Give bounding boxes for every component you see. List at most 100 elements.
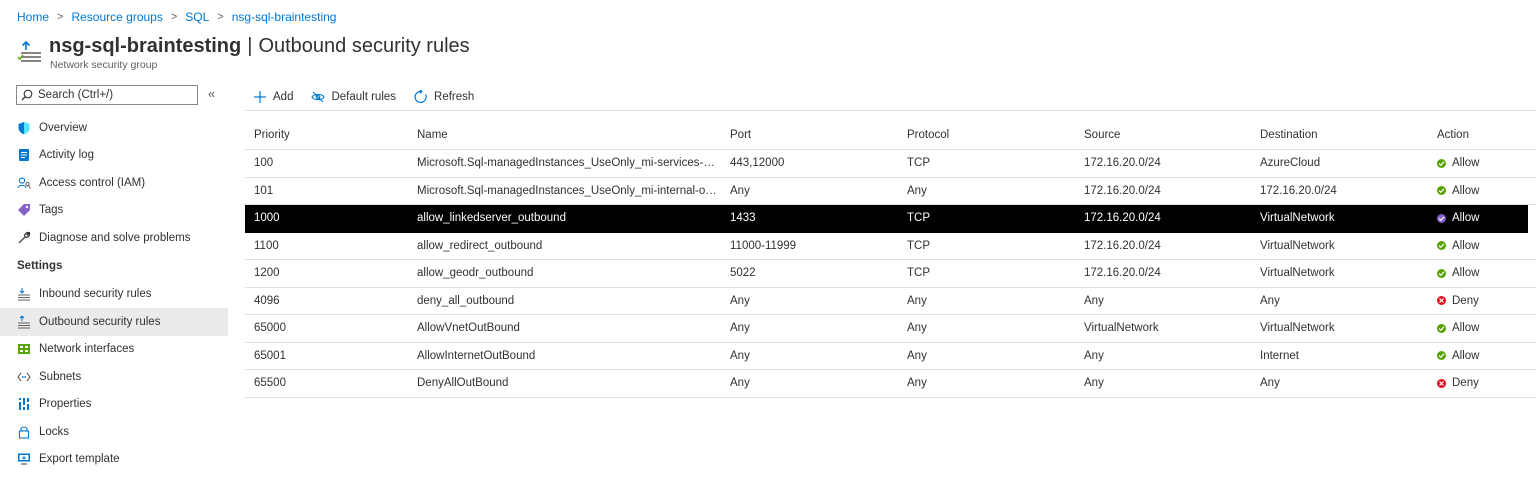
column-header-name[interactable]: Name: [408, 129, 721, 141]
table-row[interactable]: 1200 allow_geodr_outbound 5022 TCP 172.16.20…: [245, 260, 1536, 288]
cell-protocol: TCP: [907, 267, 930, 280]
rule-name-text: Microsoft.Sql-managedInstances_UseOnly_m…: [417, 157, 717, 170]
table-row[interactable]: 65500 DenyAllOutBound Any Any Any Any Deny: [245, 370, 1536, 398]
cell-priority: 1000: [254, 212, 280, 225]
cell-action: Allow: [1428, 267, 1528, 279]
rule-name-text: AllowInternetOutBound: [417, 349, 536, 362]
collapse-sidebar-button[interactable]: «: [208, 86, 215, 101]
cell-name: Microsoft.Sql-managedInstances_UseOnly_m…: [408, 157, 721, 169]
cell-port: 443,12000: [730, 157, 785, 170]
sidebar-item-export-template[interactable]: Export template: [0, 446, 228, 474]
cell-port: Any: [730, 377, 750, 390]
column-header-source[interactable]: Source: [1075, 129, 1251, 141]
cell-source: Any: [1084, 294, 1104, 307]
allow-check-icon: [1437, 158, 1446, 168]
sidebar-item-properties[interactable]: Properties: [0, 391, 228, 419]
default-rules-button[interactable]: Default rules: [311, 90, 396, 104]
sidebar-item-diagnose[interactable]: Diagnose and solve problems: [0, 224, 228, 252]
cell-protocol: TCP: [907, 239, 930, 252]
cell-destination: VirtualNetwork: [1260, 239, 1335, 252]
action-label: Allow: [1452, 349, 1480, 362]
eye-hidden-icon: [311, 90, 326, 104]
table-row[interactable]: 1000 allow_linkedserver_outbound 1433 TCP 17…: [245, 205, 1528, 233]
sidebar-item-access-control[interactable]: Access control (IAM): [0, 169, 228, 197]
cell-name: AllowInternetOutBound: [408, 350, 721, 362]
sidebar-item-overview[interactable]: Overview: [0, 114, 228, 142]
table-row[interactable]: 65000 AllowVnetOutBound Any Any VirtualNetwo…: [245, 315, 1536, 343]
table-row[interactable]: 100 Microsoft.Sql-managedInstances_UseOnl…: [245, 150, 1536, 178]
tag-icon: [17, 203, 31, 217]
cell-name: allow_geodr_outbound: [408, 267, 721, 279]
cell-protocol: Any: [907, 184, 927, 197]
cell-priority: 65500: [254, 377, 286, 390]
sidebar-item-subnets[interactable]: Subnets: [0, 363, 228, 391]
page-title-text: Outbound security rules: [258, 35, 470, 57]
refresh-icon: [414, 90, 428, 104]
rule-name-text: AllowVnetOutBound: [417, 322, 520, 335]
export-template-icon: [17, 452, 31, 466]
cell-name: AllowVnetOutBound: [408, 322, 721, 334]
column-header-protocol[interactable]: Protocol: [898, 129, 1075, 141]
table-row[interactable]: 4096 deny_all_outbound Any Any Any Any Deny: [245, 288, 1536, 315]
column-header-action[interactable]: Action: [1428, 129, 1528, 141]
allow-check-icon: [1437, 351, 1446, 361]
sidebar-item-inbound-rules[interactable]: Inbound security rules: [0, 281, 228, 309]
cell-source: 172.16.20.0/24: [1084, 184, 1161, 197]
breadcrumb-sql[interactable]: SQL: [185, 10, 209, 24]
cell-action: Allow: [1428, 185, 1528, 197]
breadcrumb-resource-groups[interactable]: Resource groups: [71, 10, 162, 24]
sidebar-item-locks[interactable]: Locks: [0, 418, 228, 446]
breadcrumb-nsg[interactable]: nsg-sql-braintesting: [232, 10, 337, 24]
cell-priority: 1200: [254, 267, 280, 280]
column-header-priority[interactable]: Priority: [245, 129, 408, 141]
sidebar-item-network-interfaces[interactable]: Network interfaces: [0, 336, 228, 364]
refresh-button[interactable]: Refresh: [414, 90, 474, 104]
rule-name-text: Microsoft.Sql-managedInstances_UseOnly_m…: [417, 184, 717, 197]
cell-priority: 101: [254, 184, 274, 197]
allow-check-icon: [1437, 241, 1446, 251]
breadcrumb: Home > Resource groups > SQL > nsg-sql-b…: [17, 10, 336, 24]
cell-action: Allow: [1428, 212, 1528, 224]
table-row[interactable]: 101 Microsoft.Sql-managedInstances_UseOnl…: [245, 178, 1536, 205]
cell-protocol: Any: [907, 377, 927, 390]
deny-x-icon: [1437, 378, 1446, 388]
cell-protocol: Any: [907, 349, 927, 362]
outbound-rules-icon: [17, 314, 31, 329]
allow-check-icon: [1437, 186, 1446, 196]
add-button[interactable]: Add: [253, 90, 293, 104]
page-title: nsg-sql-braintesting | Outbound security r…: [49, 34, 470, 58]
sidebar: Search (Ctrl+/) « Overview Activity log …: [0, 84, 228, 473]
rules-table: Priority Name Port Protocol Source Desti…: [245, 121, 1536, 398]
cell-priority: 100: [254, 157, 274, 170]
settings-section-heading: Settings: [17, 260, 63, 272]
cell-port: Any: [730, 322, 750, 335]
action-label: Deny: [1452, 294, 1479, 307]
refresh-button-label: Refresh: [434, 91, 475, 103]
cell-name: Microsoft.Sql-managedInstances_UseOnly_m…: [408, 185, 721, 197]
column-header-port[interactable]: Port: [721, 129, 898, 141]
cell-source: 172.16.20.0/24: [1084, 267, 1161, 280]
sidebar-item-outbound-rules[interactable]: Outbound security rules: [0, 308, 228, 336]
title-divider: |: [247, 35, 253, 57]
search-input[interactable]: Search (Ctrl+/): [16, 85, 198, 105]
cell-name: deny_all_outbound: [408, 295, 721, 307]
sidebar-item-tags[interactable]: Tags: [0, 197, 228, 225]
action-label: Allow: [1452, 267, 1480, 280]
people-icon: [17, 176, 31, 190]
table-row[interactable]: 65001 AllowInternetOutBound Any Any Any Inter…: [245, 343, 1536, 370]
column-header-destination[interactable]: Destination: [1251, 129, 1428, 141]
rule-name-text: allow_geodr_outbound: [417, 267, 534, 280]
cell-name: allow_redirect_outbound: [408, 240, 721, 252]
cell-destination: Any: [1260, 294, 1280, 307]
sidebar-item-label: Outbound security rules: [39, 315, 161, 328]
cell-destination: Internet: [1260, 349, 1299, 362]
cell-name: DenyAllOutBound: [408, 377, 721, 389]
deny-x-icon: [1437, 296, 1446, 306]
sidebar-item-activity-log[interactable]: Activity log: [0, 142, 228, 170]
sidebar-item-label: Locks: [39, 425, 70, 438]
breadcrumb-home[interactable]: Home: [17, 10, 49, 24]
outbound-rules-icon: [17, 38, 43, 64]
network-interface-icon: [17, 342, 31, 356]
cell-protocol: TCP: [907, 157, 930, 170]
table-row[interactable]: 1100 allow_redirect_outbound 11000-11999 TC…: [245, 233, 1536, 260]
